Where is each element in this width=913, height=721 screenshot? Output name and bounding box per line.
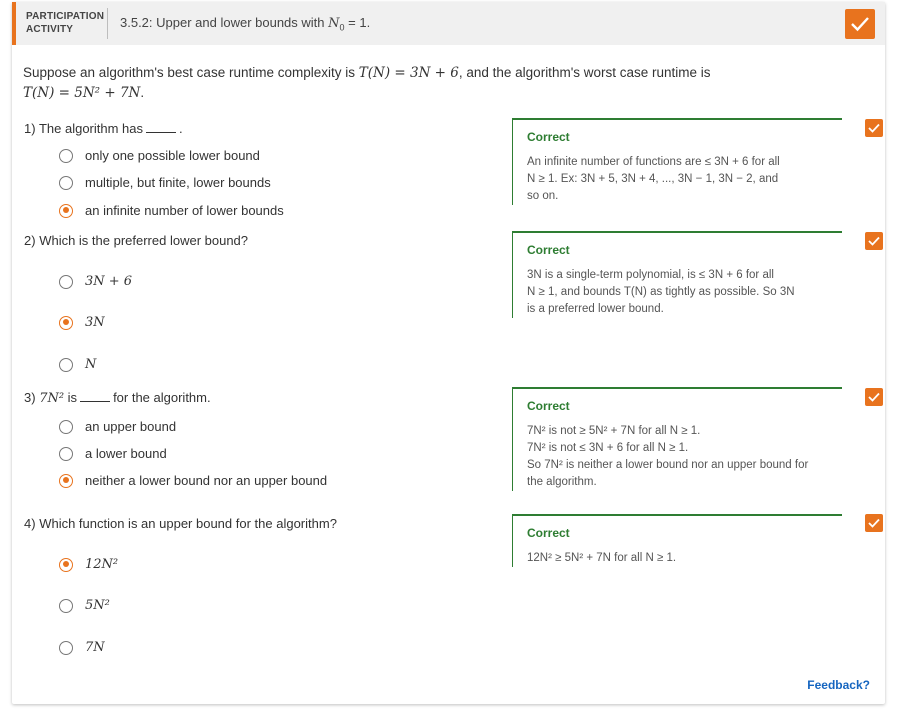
question-number: 4) <box>24 516 36 531</box>
participation-activity-label: PARTICIPATION ACTIVITY <box>26 10 104 36</box>
question-text: The algorithm has <box>38 121 144 136</box>
radio-button[interactable] <box>59 148 73 163</box>
question-2-option-3[interactable]: N <box>59 357 96 372</box>
feedback-title: Correct <box>527 399 570 413</box>
option-label: only one possible lower bound <box>85 148 260 163</box>
option-label: multiple, but finite, lower bounds <box>85 175 271 190</box>
question-number: 3) <box>24 390 36 405</box>
question-4-prompt: 4) Which function is an upper bound for … <box>24 516 337 531</box>
radio-button-selected[interactable] <box>59 473 73 488</box>
question-2-check-icon <box>865 232 883 250</box>
question-3-option-3[interactable]: neither a lower bound nor an upper bound <box>59 473 327 488</box>
option-label: an upper bound <box>85 419 177 434</box>
question-3-prompt: 3) 7N² is for the algorithm. <box>24 390 211 406</box>
activity-title: 3.5.2: Upper and lower bounds with N0 = … <box>120 15 370 33</box>
option-label: 12N² <box>85 557 119 572</box>
option-label: 3N <box>85 315 105 330</box>
question-3-check-icon <box>865 388 883 406</box>
option-label: N <box>85 357 97 372</box>
option-label: a lower bound <box>85 446 167 461</box>
option-label: an infinite number of lower bounds <box>85 203 284 218</box>
best-case-expression: T(N) = 3N + 6 <box>358 65 459 81</box>
question-2-option-2[interactable]: 3N <box>59 315 105 330</box>
participation-activity-card: PARTICIPATION ACTIVITY 3.5.2: Upper and … <box>12 2 885 704</box>
radio-button[interactable] <box>59 598 73 613</box>
question-4-feedback: Correct 12N² ≥ 5N² + 7N for all N ≥ 1. <box>512 514 842 567</box>
option-label: 5N² <box>85 598 110 613</box>
answer-blank <box>80 401 111 402</box>
intro-text-1: Suppose an algorithm's best case runtime… <box>23 65 359 80</box>
feedback-line: 7N² is not ≤ 3N + 6 for all N ≥ 1. <box>527 442 689 454</box>
feedback-title: Correct <box>527 526 570 540</box>
feedback-line: is a preferred lower bound. <box>527 303 664 315</box>
question-1-prompt: 1) The algorithm has. <box>24 121 183 136</box>
question-4-check-icon <box>865 514 883 532</box>
question-2-prompt: 2) Which is the preferred lower bound? <box>24 233 248 248</box>
question-3-option-1[interactable]: an upper bound <box>59 419 176 434</box>
feedback-line: so on. <box>527 190 559 202</box>
answer-blank <box>146 132 177 133</box>
question-1-feedback: Correct An infinite number of functions … <box>512 118 842 205</box>
radio-button-selected[interactable] <box>59 315 73 330</box>
feedback-line: An infinite number of functions are ≤ 3N… <box>527 156 780 168</box>
title-math: N <box>328 16 340 31</box>
question-1-option-1[interactable]: only one possible lower bound <box>59 148 260 163</box>
radio-button[interactable] <box>59 419 73 434</box>
question-3-option-2[interactable]: a lower bound <box>59 446 167 461</box>
title-prefix: 3.5.2: Upper and lower bounds with <box>120 15 329 30</box>
question-number: 1) <box>24 121 36 136</box>
intro-text-3: . <box>140 85 145 100</box>
feedback-line: 7N² is not ≥ 5N² + 7N for all N ≥ 1. <box>527 425 701 437</box>
radio-button[interactable] <box>59 175 73 190</box>
problem-statement: Suppose an algorithm's best case runtime… <box>23 63 783 103</box>
question-text: Which function is an upper bound for the… <box>39 516 337 531</box>
question-text-end: for the algorithm. <box>113 390 211 405</box>
activity-header: PARTICIPATION ACTIVITY 3.5.2: Upper and … <box>12 2 885 45</box>
question-1-check-icon <box>865 119 883 137</box>
title-suffix: = 1. <box>344 15 371 30</box>
feedback-title: Correct <box>527 243 570 257</box>
option-label: 7N <box>85 640 105 655</box>
radio-button[interactable] <box>59 640 73 655</box>
participation-label-line1: PARTICIPATION <box>26 11 105 22</box>
feedback-text: 7N² is not ≥ 5N² + 7N for all N ≥ 1. 7N²… <box>527 423 842 491</box>
question-1-option-2[interactable]: multiple, but finite, lower bounds <box>59 175 271 190</box>
feedback-line: 12N² ≥ 5N² + 7N for all N ≥ 1. <box>527 552 677 564</box>
question-text: is <box>67 390 78 405</box>
worst-case-expression: T(N) = 5N² + 7N <box>23 85 141 101</box>
question-4-option-1[interactable]: 12N² <box>59 557 118 572</box>
option-label: neither a lower bound nor an upper bound <box>85 473 328 488</box>
question-1-option-3[interactable]: an infinite number of lower bounds <box>59 203 284 218</box>
radio-button[interactable] <box>59 446 73 461</box>
question-3-feedback: Correct 7N² is not ≥ 5N² + 7N for all N … <box>512 387 842 491</box>
participation-label-line2: ACTIVITY <box>26 24 74 35</box>
question-number: 2) <box>24 233 36 248</box>
radio-button-selected[interactable] <box>59 557 73 572</box>
radio-button[interactable] <box>59 274 73 289</box>
feedback-line: N ≥ 1. Ex: 3N + 5, 3N + 4, ..., 3N − 1, … <box>527 173 779 185</box>
feedback-text: 12N² ≥ 5N² + 7N for all N ≥ 1. <box>527 550 842 567</box>
question-2-feedback: Correct 3N is a single-term polynomial, … <box>512 231 842 318</box>
feedback-line: 3N is a single-term polynomial, is ≤ 3N … <box>527 269 774 281</box>
header-divider <box>107 8 108 39</box>
question-2-option-1[interactable]: 3N + 6 <box>59 274 132 289</box>
feedback-line: So 7N² is neither a lower bound nor an u… <box>527 459 809 471</box>
question-math: 7N² <box>39 391 65 406</box>
feedback-line: the algorithm. <box>527 476 597 488</box>
feedback-link[interactable]: Feedback? <box>807 678 870 692</box>
question-text: Which is the preferred lower bound? <box>39 233 249 248</box>
question-text-end: . <box>179 121 183 136</box>
activity-complete-check-icon <box>845 9 875 39</box>
feedback-line: N ≥ 1, and bounds T(N) as tightly as pos… <box>527 286 795 298</box>
radio-button[interactable] <box>59 357 73 372</box>
question-4-option-2[interactable]: 5N² <box>59 598 110 613</box>
option-label: 3N + 6 <box>85 274 133 289</box>
feedback-title: Correct <box>527 130 570 144</box>
feedback-text: 3N is a single-term polynomial, is ≤ 3N … <box>527 267 842 318</box>
feedback-text: An infinite number of functions are ≤ 3N… <box>527 154 842 205</box>
intro-text-2: , and the algorithm's worst case runtime… <box>458 65 711 80</box>
radio-button-selected[interactable] <box>59 203 73 218</box>
question-4-option-3[interactable]: 7N <box>59 640 105 655</box>
